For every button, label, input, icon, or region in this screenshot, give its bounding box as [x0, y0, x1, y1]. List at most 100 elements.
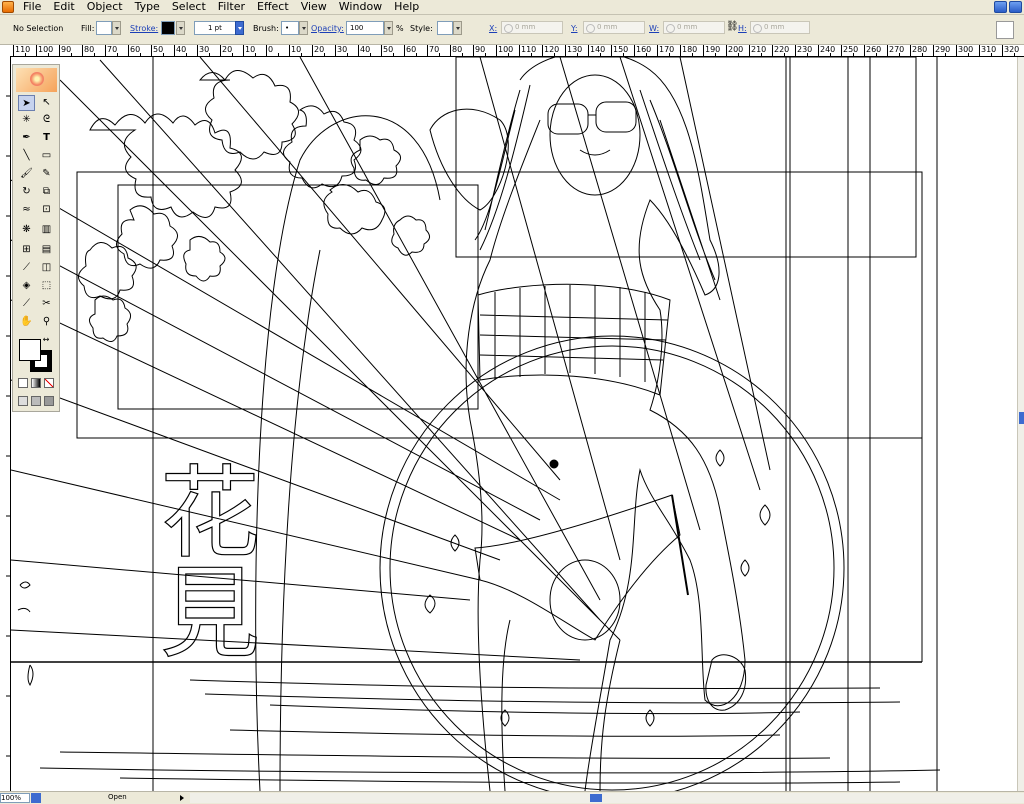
opacity-slider-toggle[interactable]	[384, 21, 393, 35]
full-screen-mode-button[interactable]	[44, 396, 54, 406]
horizontal-scrollbar[interactable]	[190, 793, 1024, 803]
ruler-major-tick	[174, 45, 175, 56]
stroke-weight-dropdown[interactable]	[235, 21, 244, 35]
pen-tool-icon[interactable]: ✒	[18, 130, 35, 146]
app-icon[interactable]	[2, 1, 14, 13]
horizontal-ruler[interactable]: 110 100 90 80 70 60 50 40 30 20 10 0 10 20 30 40 50 60 70 8…	[10, 45, 1024, 57]
scale-tool-icon[interactable]: ⧉	[38, 184, 55, 200]
menu-edit[interactable]: Edit	[47, 0, 80, 14]
ruler-minor-tick	[508, 53, 509, 56]
stroke-swatch-box[interactable]	[161, 21, 175, 35]
x-field[interactable]: 0 mm	[501, 21, 563, 34]
gradient-tool-icon[interactable]: ▤	[38, 242, 55, 258]
ruler-major-tick	[496, 45, 497, 56]
ruler-minor-tick	[439, 53, 440, 56]
magic-wand-tool-icon[interactable]: ✳	[18, 112, 35, 128]
column-graph-tool-icon[interactable]: ▥	[38, 222, 55, 238]
fill-color-swatch[interactable]	[19, 339, 41, 361]
selection-tool-icon[interactable]: ➤	[18, 95, 35, 111]
ruler-label: 20	[314, 45, 325, 54]
menu-object[interactable]: Object	[81, 0, 129, 14]
h-field[interactable]: 0 mm	[750, 21, 810, 34]
live-paint-selection-tool-icon[interactable]: ⬚	[38, 278, 55, 294]
ruler-label: 140	[590, 45, 606, 54]
slice-tool-icon[interactable]: ⟋	[18, 296, 35, 312]
type-tool-icon[interactable]: T	[38, 130, 55, 146]
style-dropdown[interactable]	[453, 21, 462, 35]
lasso-tool-icon[interactable]: ᘓ	[38, 112, 55, 128]
zoom-tool-icon[interactable]: ⚲	[38, 314, 55, 330]
vertical-scrollbar[interactable]	[1017, 57, 1024, 791]
ruler-minor-tick	[462, 53, 463, 56]
y-label[interactable]: Y:	[571, 24, 578, 33]
ruler-minor-tick	[186, 53, 187, 56]
ruler-label: 110	[521, 45, 537, 54]
control-bar: No Selection Fill: Stroke: 1 pt Brush: •…	[0, 15, 1024, 45]
pencil-tool-icon[interactable]: ✎	[38, 166, 55, 182]
paintbrush-tool-icon[interactable]: 🖌	[18, 166, 35, 182]
hand-tool-icon[interactable]: ✋	[18, 314, 35, 330]
menu-window[interactable]: Window	[333, 0, 388, 14]
ruler-minor-tick	[600, 53, 601, 56]
fill-swatch-box[interactable]	[96, 21, 112, 35]
live-paint-bucket-tool-icon[interactable]: ◈	[18, 278, 35, 294]
x-label[interactable]: X:	[489, 24, 497, 33]
status-text[interactable]: Open	[108, 792, 127, 803]
ruler-label: 50	[383, 45, 394, 54]
mesh-tool-icon[interactable]: ⊞	[18, 242, 35, 258]
artboard-canvas[interactable]: 花 見	[11, 57, 1017, 791]
y-field[interactable]: 0 mm	[583, 21, 645, 34]
standard-screen-mode-button[interactable]	[18, 396, 28, 406]
warp-tool-icon[interactable]: ≈	[18, 202, 35, 218]
swap-fill-stroke-icon[interactable]: ↔	[41, 335, 51, 345]
stroke-dropdown[interactable]	[176, 21, 185, 35]
minimize-button[interactable]	[994, 1, 1007, 13]
stroke-label[interactable]: Stroke:	[130, 24, 158, 33]
zoom-level-field[interactable]: 100%	[0, 793, 30, 803]
w-label[interactable]: W:	[649, 24, 659, 33]
color-mode-button[interactable]	[18, 378, 28, 388]
scissors-tool-icon[interactable]: ✂	[38, 296, 55, 312]
vertical-ruler[interactable]	[0, 56, 11, 791]
h-label[interactable]: H:	[738, 24, 747, 33]
rectangle-tool-icon[interactable]: ▭	[38, 148, 55, 164]
horizontal-scroll-thumb[interactable]	[590, 794, 602, 802]
fill-dropdown[interactable]	[112, 21, 121, 35]
artwork-outline[interactable]: 花 見	[11, 57, 1017, 791]
constrain-link-icon[interactable]: ⛓	[726, 21, 739, 32]
blend-tool-icon[interactable]: ◫	[38, 260, 55, 276]
rotate-tool-icon[interactable]: ↻	[18, 184, 35, 200]
ruler-major-tick	[611, 45, 612, 56]
opacity-field[interactable]: 100	[346, 21, 384, 35]
menu-filter[interactable]: Filter	[212, 0, 251, 14]
full-screen-menu-mode-button[interactable]	[31, 396, 41, 406]
opacity-label[interactable]: Opacity:	[311, 24, 344, 33]
vertical-scroll-thumb[interactable]	[1019, 412, 1024, 424]
symbol-sprayer-tool-icon[interactable]: ❋	[18, 222, 35, 238]
stroke-weight-field[interactable]: 1 pt	[194, 21, 236, 35]
menu-file[interactable]: File	[17, 0, 47, 14]
artwork-title-glyph-mi[interactable]: 見	[159, 554, 260, 672]
gradient-mode-button[interactable]	[31, 378, 41, 388]
brush-field[interactable]: •	[281, 21, 299, 35]
restore-button[interactable]	[1009, 1, 1022, 13]
ruler-minor-tick	[278, 53, 279, 56]
toolbox-logo[interactable]	[16, 68, 57, 92]
w-field[interactable]: 0 mm	[663, 21, 725, 34]
status-menu-arrow-icon[interactable]	[180, 795, 184, 801]
document-setup-icon[interactable]	[996, 21, 1014, 39]
none-mode-button[interactable]	[44, 378, 54, 388]
free-transform-tool-icon[interactable]: ⊡	[38, 202, 55, 218]
menu-effect[interactable]: Effect	[251, 0, 295, 14]
zoom-dropdown[interactable]	[31, 793, 41, 803]
direct-selection-tool-icon[interactable]: ↖	[38, 95, 55, 111]
menu-view[interactable]: View	[295, 0, 333, 14]
eyedropper-tool-icon[interactable]: ⟋	[18, 260, 35, 276]
style-swatch-box[interactable]	[437, 21, 453, 35]
line-tool-icon[interactable]: ╲	[18, 148, 35, 164]
menu-type[interactable]: Type	[129, 0, 166, 14]
ruler-label: 150	[613, 45, 629, 54]
menu-help[interactable]: Help	[388, 0, 425, 14]
brush-dropdown[interactable]	[299, 21, 308, 35]
menu-select[interactable]: Select	[166, 0, 212, 14]
